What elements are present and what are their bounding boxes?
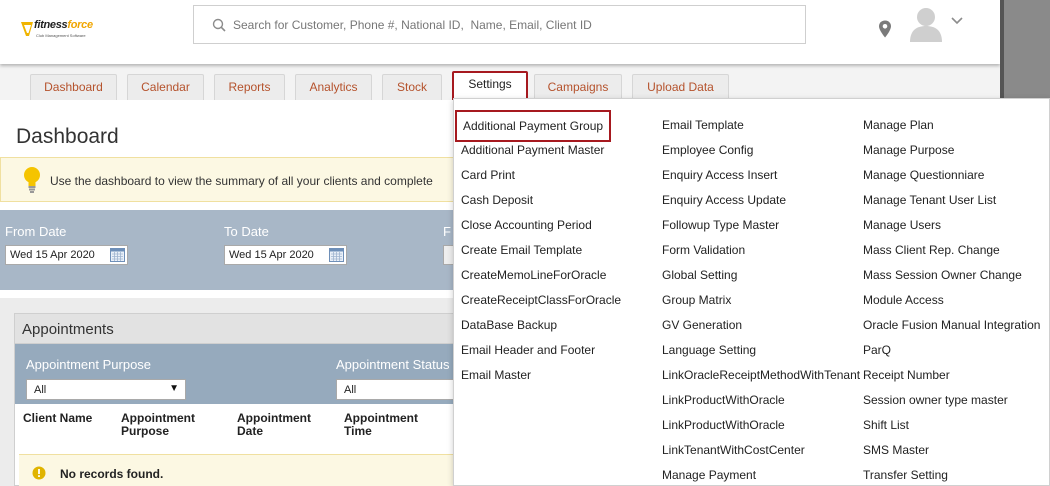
calendar-icon[interactable] <box>329 248 344 262</box>
appointments-header: Appointments <box>15 314 461 344</box>
menu-item[interactable]: SMS Master <box>863 440 929 460</box>
calendar-icon[interactable] <box>110 248 125 262</box>
page-title: Dashboard <box>16 125 119 148</box>
appointment-status-value: All <box>344 384 357 396</box>
menu-item[interactable]: Create Email Template <box>461 240 582 260</box>
tab-analytics[interactable]: Analytics <box>295 74 372 100</box>
brand-logo[interactable]: fitnessforce Club Management Software <box>20 18 100 42</box>
menu-item[interactable]: Additional Payment Master <box>461 140 604 160</box>
tab-reports[interactable]: Reports <box>214 74 285 100</box>
menu-item[interactable]: Group Matrix <box>662 290 731 310</box>
menu-item[interactable]: Manage Plan <box>863 115 934 135</box>
no-records-text: No records found. <box>60 467 164 481</box>
menu-item[interactable]: Manage Users <box>863 215 941 235</box>
menu-item-additional-payment-group[interactable]: Additional Payment Group <box>455 110 612 142</box>
menu-item[interactable]: Manage Tenant User List <box>863 190 996 210</box>
menu-item[interactable]: Mass Session Owner Change <box>863 265 1022 285</box>
menu-item[interactable]: Enquiry Access Insert <box>662 165 777 185</box>
menu-item[interactable]: Manage Payment <box>662 465 756 485</box>
appointment-purpose-value: All <box>34 384 47 396</box>
user-avatar-icon[interactable] <box>907 4 945 42</box>
tab-dashboard[interactable]: Dashboard <box>30 74 117 100</box>
to-date-value: Wed 15 Apr 2020 <box>229 249 314 261</box>
menu-item[interactable]: Language Setting <box>662 340 756 360</box>
menu-item[interactable]: Manage Questionniare <box>863 165 984 185</box>
dashboard-notice: Use the dashboard to view the summary of… <box>0 157 460 202</box>
menu-item[interactable]: CreateReceiptClassForOracle <box>461 290 621 310</box>
menu-item[interactable]: Followup Type Master <box>662 215 779 235</box>
menu-item[interactable]: Email Master <box>461 365 531 385</box>
appointments-panel: Appointments Appointment Purpose All ▼ A… <box>14 313 461 486</box>
column-header[interactable]: Appointment Time <box>344 412 434 438</box>
menu-item[interactable]: CreateMemoLineForOracle <box>461 265 606 285</box>
column-header[interactable]: Client Name <box>23 412 113 425</box>
menu-item[interactable]: Session owner type master <box>863 390 1008 410</box>
notice-text: Use the dashboard to view the summary of… <box>50 174 433 188</box>
appointments-filter-bar: Appointment Purpose All ▼ Appointment St… <box>15 344 461 404</box>
app-header: fitnessforce Club Management Software <box>0 0 1000 64</box>
appointment-status-label: Appointment Status <box>336 357 450 372</box>
tab-upload-data[interactable]: Upload Data <box>632 74 729 100</box>
appointment-purpose-label: Appointment Purpose <box>26 357 152 372</box>
menu-item[interactable]: Module Access <box>863 290 944 310</box>
menu-item[interactable]: Email Template <box>662 115 744 135</box>
from-date-value: Wed 15 Apr 2020 <box>10 249 95 261</box>
menu-item[interactable]: Enquiry Access Update <box>662 190 786 210</box>
tab-settings[interactable]: Settings <box>452 71 528 100</box>
menu-item[interactable]: Manage Purpose <box>863 140 954 160</box>
chevron-down-icon[interactable] <box>950 16 964 26</box>
menu-item[interactable]: Form Validation <box>662 240 745 260</box>
from-date-label: From Date <box>5 224 67 239</box>
to-date-label: To Date <box>224 224 269 239</box>
appointments-title: Appointments <box>22 321 114 338</box>
menu-item[interactable]: Mass Client Rep. Change <box>863 240 1000 260</box>
tab-stock[interactable]: Stock <box>382 74 442 100</box>
location-pin-icon[interactable] <box>878 20 892 38</box>
brand-tagline: Club Management Software <box>36 33 86 38</box>
menu-item[interactable]: LinkTenantWithCostCenter <box>662 440 805 460</box>
menu-item[interactable]: LinkProductWithOracle <box>662 415 785 435</box>
menu-item[interactable]: Receipt Number <box>863 365 950 385</box>
menu-item[interactable]: ParQ <box>863 340 891 360</box>
menu-item[interactable]: Cash Deposit <box>461 190 533 210</box>
menu-item[interactable]: Close Accounting Period <box>461 215 592 235</box>
menu-item[interactable]: Transfer Setting <box>863 465 948 485</box>
dropdown-arrow-icon: ▼ <box>169 383 179 394</box>
settings-dropdown-menu: Additional Payment Group Additional Paym… <box>453 98 1050 486</box>
logo-mark-icon <box>21 22 33 36</box>
search-input[interactable] <box>233 16 793 34</box>
column-header[interactable]: Appointment Date <box>237 412 327 438</box>
menu-item[interactable]: LinkProductWithOracle <box>662 390 785 410</box>
menu-item[interactable]: Employee Config <box>662 140 753 160</box>
menu-item[interactable]: Card Print <box>461 165 515 185</box>
date-filter-bar: From Date Wed 15 Apr 2020 To Date Wed 15… <box>0 210 463 290</box>
search-icon <box>212 18 226 32</box>
no-records-message: No records found. <box>19 454 461 486</box>
menu-item[interactable]: LinkOracleReceiptMethodWithTenant <box>662 365 862 385</box>
menu-item[interactable]: Email Header and Footer <box>461 340 595 360</box>
menu-item[interactable]: DataBase Backup <box>461 315 557 335</box>
menu-item[interactable]: Global Setting <box>662 265 737 285</box>
tab-calendar[interactable]: Calendar <box>127 74 204 100</box>
appointment-purpose-select[interactable]: All ▼ <box>26 379 186 400</box>
info-icon <box>32 466 46 480</box>
menu-item[interactable]: GV Generation <box>662 315 742 335</box>
global-search <box>193 5 806 44</box>
to-date-input[interactable]: Wed 15 Apr 2020 <box>224 245 347 265</box>
tab-campaigns[interactable]: Campaigns <box>534 74 622 100</box>
from-date-input[interactable]: Wed 15 Apr 2020 <box>5 245 128 265</box>
brand-name: fitnessforce <box>34 19 93 31</box>
cut-off-filter-label: F <box>443 224 451 239</box>
menu-item[interactable]: Oracle Fusion Manual Integration <box>863 315 1040 335</box>
appointment-status-select[interactable]: All <box>336 379 461 400</box>
menu-item[interactable]: Shift List <box>863 415 909 435</box>
lightbulb-icon <box>24 167 40 193</box>
column-header[interactable]: Appointment Purpose <box>121 412 221 438</box>
